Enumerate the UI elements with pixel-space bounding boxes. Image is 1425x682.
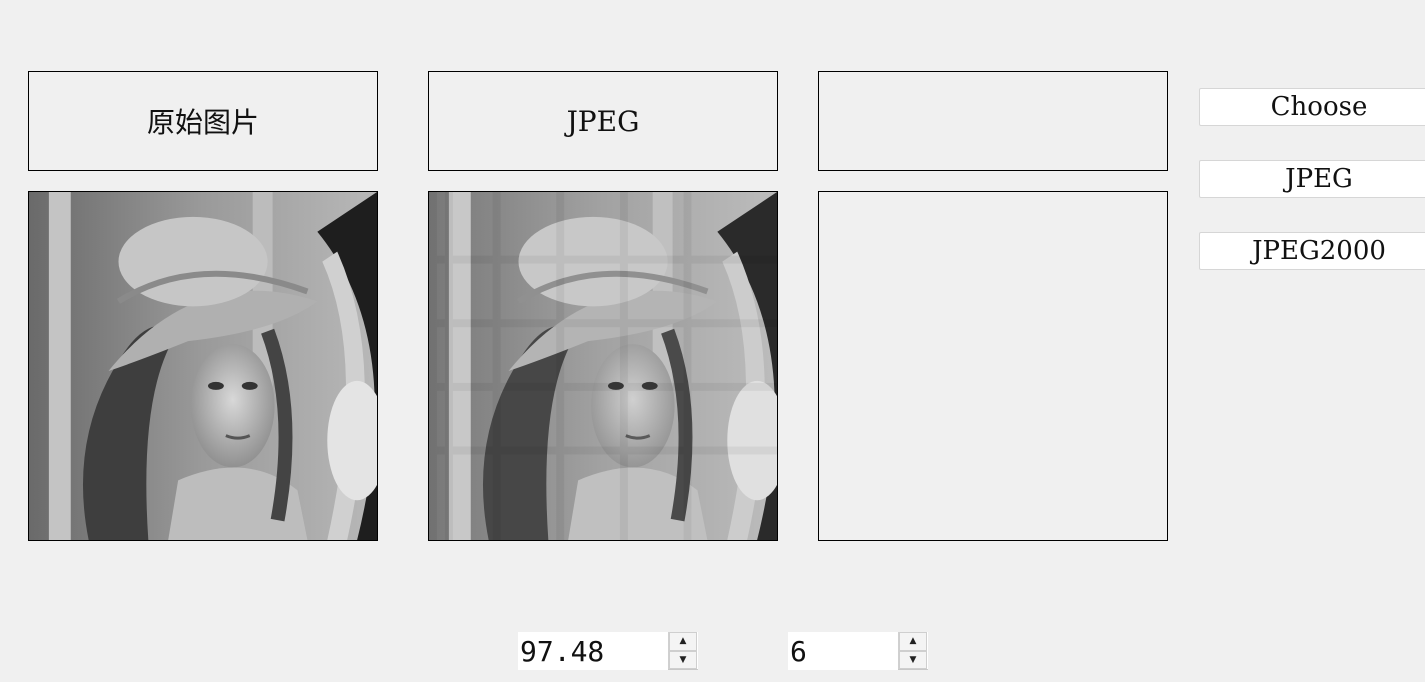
original-image (28, 191, 378, 541)
third-label (818, 71, 1168, 171)
jpeg-button[interactable]: JPEG (1199, 160, 1425, 198)
level-spin-arrows: ▲ ▼ (898, 632, 927, 669)
spin-down-icon[interactable]: ▼ (899, 650, 927, 669)
jpeg-image (428, 191, 778, 541)
portrait-image-compressed (429, 192, 777, 540)
level-input[interactable] (788, 632, 898, 670)
original-image-label: 原始图片 (28, 71, 378, 171)
jpeg2000-image (818, 191, 1168, 541)
spin-up-icon[interactable]: ▲ (899, 632, 927, 651)
jpeg-label-text: JPEG (566, 104, 640, 138)
jpeg2000-button[interactable]: JPEG2000 (1199, 232, 1425, 270)
spin-down-icon[interactable]: ▼ (669, 650, 697, 669)
original-image-label-text: 原始图片 (146, 106, 259, 139)
spin-up-icon[interactable]: ▲ (669, 632, 697, 651)
jpeg2000-button-label: JPEG2000 (1252, 236, 1386, 266)
jpeg-label: JPEG (428, 71, 778, 171)
choose-button[interactable]: Choose (1199, 88, 1425, 126)
jpeg-button-label: JPEG (1285, 164, 1353, 194)
quality-spinbox: ▲ ▼ (518, 632, 698, 670)
choose-button-label: Choose (1270, 92, 1368, 122)
portrait-image (29, 192, 377, 540)
quality-input[interactable] (518, 632, 668, 670)
quality-spin-arrows: ▲ ▼ (668, 632, 697, 669)
level-spinbox: ▲ ▼ (788, 632, 928, 670)
